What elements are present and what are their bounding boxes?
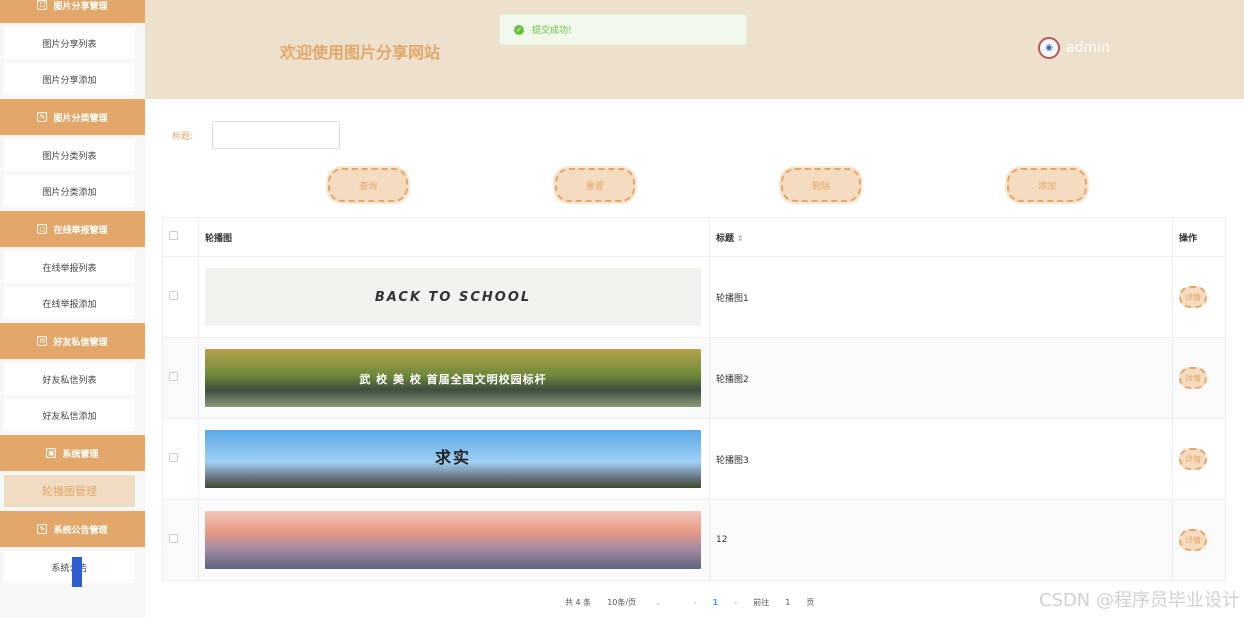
table-row: BACK TO SCHOOL 轮播图1 详情	[162, 256, 1226, 338]
menu-group-header[interactable]: ○ 在线举报管理	[0, 211, 145, 247]
prev-page-icon[interactable]: ‹	[693, 598, 696, 607]
folder-icon: ☐	[37, 0, 48, 10]
chevron-down-icon: ⌄	[654, 598, 662, 607]
system-icon: ▣	[46, 448, 57, 458]
image-cell: 武 校 美 校 首届全国文明校园标杆	[198, 337, 710, 419]
user-menu[interactable]: ◉ admin	[1038, 37, 1110, 59]
col-title[interactable]: 标题 ⇕	[709, 217, 1173, 257]
row-select-cell	[162, 337, 199, 419]
title-search-input[interactable]	[212, 121, 340, 149]
menu-item-carousel[interactable]: 轮播图管理	[4, 475, 135, 507]
row-checkbox[interactable]	[169, 291, 178, 300]
reset-button[interactable]: 重置	[555, 168, 635, 202]
sort-icon[interactable]: ⇕	[737, 234, 744, 243]
action-cell: 详情	[1172, 337, 1226, 419]
message-icon: ✉	[37, 336, 48, 346]
menu-group-header[interactable]: ▣ 系统管理	[0, 435, 145, 471]
carousel-image: BACK TO SCHOOL	[205, 268, 701, 326]
menu-group-header[interactable]: ✎ 图片分类管理	[0, 99, 145, 135]
title-cell: 12	[709, 499, 1173, 581]
row-checkbox[interactable]	[169, 372, 178, 381]
detail-button[interactable]: 详情	[1179, 448, 1207, 470]
col-image: 轮播图	[198, 217, 710, 257]
menu-group-header[interactable]: ☐ 图片分享管理	[0, 0, 145, 23]
row-checkbox[interactable]	[169, 534, 178, 543]
menu-group-category: ✎ 图片分类管理 图片分类列表 图片分类添加	[0, 99, 145, 207]
menu-item-message-add[interactable]: 好友私信添加	[4, 399, 135, 431]
menu-item-notice[interactable]: 系统公告	[4, 551, 135, 583]
row-select-cell	[162, 418, 199, 500]
detail-button[interactable]: 详情	[1179, 367, 1207, 389]
menu-item-report-add[interactable]: 在线举报添加	[4, 287, 135, 319]
title-cell: 轮播图3	[709, 418, 1173, 500]
page-unit: 页	[806, 598, 815, 607]
sidebar: ☐ 图片分享管理 图片分享列表 图片分享添加 ✎ 图片分类管理 图片分类列表 图片分…	[0, 0, 145, 618]
table-row: 12 详情	[162, 499, 1226, 581]
main-content: 标题: 查询 重置 删除 添加 轮播图 标题 ⇕ 操作 BACK TO SCHOO…	[145, 99, 1244, 618]
row-checkbox[interactable]	[169, 453, 178, 462]
goto-page-input[interactable]: 1	[785, 598, 790, 607]
edit-icon: ✎	[37, 524, 48, 534]
detail-button[interactable]: 详情	[1179, 286, 1207, 308]
add-button[interactable]: 添加	[1007, 168, 1087, 202]
goto-label: 前往	[753, 598, 770, 607]
mouse-cursor-icon	[72, 557, 82, 587]
menu-item-category-list[interactable]: 图片分类列表	[4, 139, 135, 171]
menu-group-share: ☐ 图片分享管理 图片分享列表 图片分享添加	[0, 0, 145, 95]
carousel-image: 求实	[205, 430, 701, 488]
avatar-icon: ◉	[1038, 37, 1060, 59]
action-cell: 详情	[1172, 418, 1226, 500]
menu-item-message-list[interactable]: 好友私信列表	[4, 363, 135, 395]
site-title: 欢迎使用图片分享网站	[280, 43, 441, 62]
menu-group-system: ▣ 系统管理 轮播图管理	[0, 435, 145, 507]
menu-item-share-add[interactable]: 图片分享添加	[4, 63, 135, 95]
menu-item-category-add[interactable]: 图片分类添加	[4, 175, 135, 207]
query-button[interactable]: 查询	[328, 168, 408, 202]
table-header-row: 轮播图 标题 ⇕ 操作	[162, 217, 1226, 257]
total-count: 共 4 条	[565, 598, 592, 607]
image-cell: 求实	[198, 418, 710, 500]
next-page-icon[interactable]: ›	[734, 598, 737, 607]
table-row: 武 校 美 校 首届全国文明校园标杆 轮播图2 详情	[162, 337, 1226, 419]
bulb-icon: ○	[37, 224, 48, 234]
check-icon: ✓	[514, 24, 524, 35]
row-select-cell	[162, 499, 199, 581]
username: admin	[1066, 40, 1110, 56]
edit-icon: ✎	[37, 112, 48, 122]
detail-button[interactable]: 详情	[1179, 529, 1207, 551]
select-all-cell	[162, 217, 199, 257]
action-cell: 详情	[1172, 256, 1226, 338]
title-cell: 轮播图2	[709, 337, 1173, 419]
menu-item-share-list[interactable]: 图片分享列表	[4, 27, 135, 59]
menu-group-header[interactable]: ✉ 好友私信管理	[0, 323, 145, 359]
image-cell: BACK TO SCHOOL	[198, 256, 710, 338]
success-toast: ✓ 提交成功!	[499, 14, 747, 45]
menu-group-header[interactable]: ✎ 系统公告管理	[0, 511, 145, 547]
pagination: 共 4 条 10条/页 ⌄ ‹ 1 › 前往 1 页	[565, 597, 830, 608]
col-action: 操作	[1172, 217, 1226, 257]
page-number[interactable]: 1	[713, 598, 719, 607]
table-row: 求实 轮播图3 详情	[162, 418, 1226, 500]
row-select-cell	[162, 256, 199, 338]
select-all-checkbox[interactable]	[169, 231, 178, 240]
action-cell: 详情	[1172, 499, 1226, 581]
page-size-select[interactable]: 10条/页 ⌄	[607, 597, 677, 608]
menu-group-report: ○ 在线举报管理 在线举报列表 在线举报添加	[0, 211, 145, 319]
delete-button[interactable]: 删除	[781, 168, 861, 202]
watermark: CSDN @程序员毕业设计	[1038, 590, 1240, 611]
toast-message: 提交成功!	[532, 26, 572, 36]
carousel-table: 轮播图 标题 ⇕ 操作 BACK TO SCHOOL 轮播图1 详情 武 校 美 …	[162, 217, 1226, 581]
image-cell	[198, 499, 710, 581]
search-label: 标题:	[172, 132, 194, 142]
title-cell: 轮播图1	[709, 256, 1173, 338]
carousel-image: 武 校 美 校 首届全国文明校园标杆	[205, 349, 701, 407]
menu-group-message: ✉ 好友私信管理 好友私信列表 好友私信添加	[0, 323, 145, 431]
carousel-image	[205, 511, 701, 569]
menu-item-report-list[interactable]: 在线举报列表	[4, 251, 135, 283]
